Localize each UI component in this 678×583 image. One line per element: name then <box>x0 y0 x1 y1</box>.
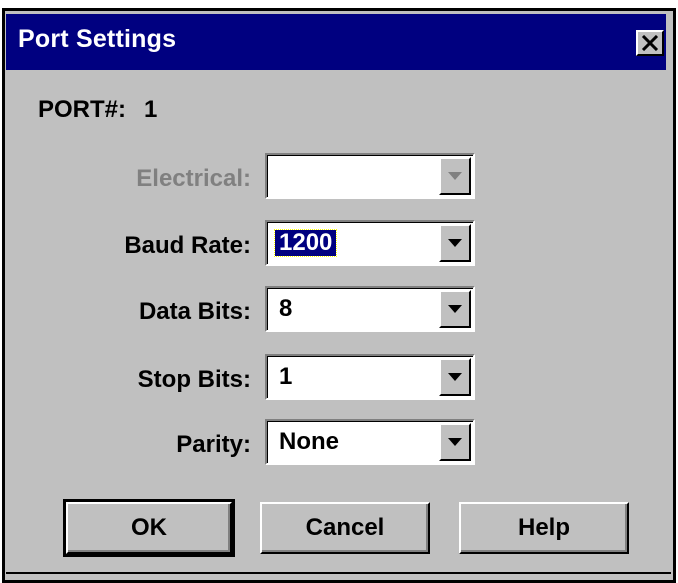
baud-rate-dropdown[interactable]: 1200 <box>265 220 475 266</box>
help-button[interactable]: Help <box>459 502 629 554</box>
parity-label: Parity: <box>176 431 251 458</box>
electrical-dropdown-button <box>439 157 471 195</box>
port-value: 1 <box>144 96 158 123</box>
chevron-down-icon <box>448 167 462 185</box>
baud-rate-value: 1200 <box>273 229 338 257</box>
ok-button[interactable]: OK <box>63 499 235 557</box>
port-number: PORT#: 1 <box>38 96 157 124</box>
parity-dropdown-button[interactable] <box>439 423 471 461</box>
bottom-divider <box>6 572 671 574</box>
chevron-down-icon <box>448 433 462 451</box>
data-bits-dropdown[interactable]: 8 <box>265 286 475 332</box>
data-bits-value: 8 <box>279 295 293 322</box>
stop-bits-label: Stop Bits: <box>137 366 251 393</box>
close-icon <box>641 35 659 51</box>
title-bar[interactable]: Port Settings <box>6 14 666 70</box>
baud-rate-dropdown-button[interactable] <box>439 224 471 262</box>
chevron-down-icon <box>448 234 462 252</box>
cancel-button[interactable]: Cancel <box>260 502 430 554</box>
stop-bits-dropdown[interactable]: 1 <box>265 354 475 400</box>
port-label: PORT#: <box>38 96 127 123</box>
window-title: Port Settings <box>18 25 177 53</box>
data-bits-label: Data Bits: <box>138 298 251 325</box>
electrical-dropdown <box>265 153 475 199</box>
close-button[interactable] <box>636 30 664 56</box>
electrical-label: Electrical: <box>136 165 251 192</box>
chevron-down-icon <box>448 368 462 386</box>
stop-bits-value: 1 <box>279 363 293 390</box>
parity-dropdown[interactable]: None <box>265 419 475 465</box>
chevron-down-icon <box>448 300 462 318</box>
baud-rate-label: Baud Rate: <box>124 232 251 259</box>
stop-bits-dropdown-button[interactable] <box>439 358 471 396</box>
parity-value: None <box>279 428 339 455</box>
data-bits-dropdown-button[interactable] <box>439 290 471 328</box>
